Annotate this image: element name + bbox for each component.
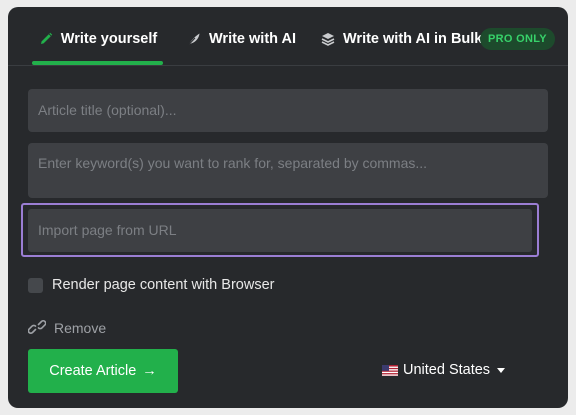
tab-write-with-ai[interactable]: Write with AI — [186, 21, 296, 57]
arrow-right-icon: → — [142, 363, 157, 379]
tab-write-yourself[interactable]: Write yourself — [32, 21, 163, 57]
pencil-icon — [38, 31, 54, 47]
tab-label: Write yourself — [60, 31, 158, 47]
link-icon — [27, 319, 47, 337]
caret-down-icon — [497, 367, 506, 373]
tab-write-with-ai-in-bulk[interactable]: Write with AI in Bulk — [320, 21, 482, 57]
tab-label: Write with AI in Bulk — [343, 31, 483, 47]
create-article-button[interactable]: Create Article → — [28, 349, 178, 393]
import-url-input[interactable]: Import page from URL — [28, 209, 532, 252]
active-tab-indicator — [32, 61, 163, 65]
pro-only-badge: PRO ONLY — [480, 28, 555, 50]
article-title-input[interactable]: Article title (optional)... — [28, 89, 548, 132]
layers-icon — [320, 31, 336, 47]
keywords-input[interactable]: Enter keyword(s) you want to rank for, s… — [28, 143, 548, 198]
render-with-browser-label: Render page content with Browser — [52, 277, 275, 293]
country-selector[interactable]: United States — [382, 361, 506, 379]
create-article-label: Create Article — [49, 363, 137, 379]
tab-label: Write with AI — [209, 31, 296, 47]
us-flag-icon — [382, 364, 398, 376]
render-with-browser-checkbox[interactable] — [28, 278, 43, 293]
remove-link[interactable]: Remove — [27, 319, 107, 337]
remove-label: Remove — [54, 320, 107, 336]
country-label: United States — [403, 362, 491, 378]
article-editor-panel: Write yourself Write with AI Write with … — [8, 7, 568, 408]
tab-bar: Write yourself Write with AI Write with … — [8, 7, 568, 66]
feather-icon — [186, 31, 202, 47]
